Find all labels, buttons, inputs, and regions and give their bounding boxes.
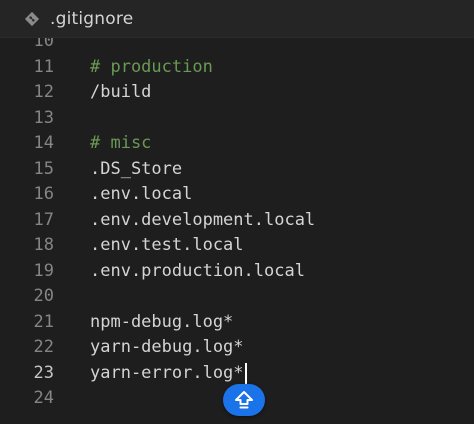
code-line[interactable]: 22 yarn-debug.log* — [0, 335, 474, 361]
line-number: 20 — [33, 286, 54, 306]
git-diamond-icon — [24, 11, 40, 27]
code-text: yarn-error.log* — [90, 362, 244, 383]
line-number: 22 — [33, 337, 54, 357]
comment-text: # misc — [90, 133, 152, 153]
code-line[interactable]: 11 # production — [0, 55, 474, 81]
text-cursor — [244, 362, 247, 385]
tab-bar: .gitignore — [0, 0, 474, 38]
code-text: .env.local — [90, 184, 193, 204]
line-number: 19 — [33, 260, 54, 281]
line-number: 13 — [33, 107, 54, 128]
line-number: 14 — [33, 133, 54, 153]
shift-arrow-up-icon — [235, 391, 253, 409]
editor-window: .gitignore 10 11 # production 12/build 13 14 #… — [0, 0, 474, 424]
code-text: .env.test.local — [90, 235, 244, 255]
line-number: 11 — [33, 56, 54, 77]
line-number: 18 — [33, 235, 54, 255]
code-line[interactable]: 14 # misc — [0, 131, 474, 157]
line-number: 10 — [33, 38, 54, 51]
line-number: 17 — [33, 209, 54, 230]
code-editor[interactable]: 10 11 # production 12/build 13 14 # misc 15 .DS_… — [0, 38, 474, 424]
code-line[interactable]: 16 .env.local — [0, 182, 474, 208]
code-text: yarn-debug.log* — [90, 337, 244, 357]
code-line[interactable]: 15 .DS_Store — [0, 157, 474, 183]
code-text: /build — [90, 82, 152, 102]
line-number: 21 — [33, 311, 54, 332]
line-number: 24 — [33, 388, 54, 408]
scroll-up-button[interactable] — [223, 384, 265, 416]
code-line[interactable]: 21 npm-debug.log* — [0, 310, 474, 336]
code-line[interactable]: 12/build — [0, 80, 474, 106]
code-line[interactable]: 18 .env.test.local — [0, 233, 474, 259]
code-line[interactable]: 10 — [0, 38, 474, 55]
code-line[interactable]: 23 yarn-error.log* — [0, 361, 474, 387]
tab-gitignore[interactable]: .gitignore — [0, 0, 147, 38]
line-number: 16 — [33, 184, 54, 204]
line-number: 15 — [33, 158, 54, 179]
code-line[interactable]: 17 .env.development.local — [0, 208, 474, 234]
code-line[interactable]: 19 .env.production.local — [0, 259, 474, 285]
tab-label: .gitignore — [50, 9, 134, 29]
comment-text: # production — [90, 56, 213, 77]
line-number: 23 — [33, 362, 54, 383]
code-text: .env.development.local — [90, 209, 316, 230]
code-line[interactable]: 13 — [0, 106, 474, 132]
code-text: .DS_Store — [90, 158, 183, 179]
code-text: npm-debug.log* — [90, 311, 234, 332]
line-number: 12 — [33, 82, 54, 102]
code-line[interactable]: 20 — [0, 284, 474, 310]
code-text: .env.production.local — [90, 260, 305, 281]
